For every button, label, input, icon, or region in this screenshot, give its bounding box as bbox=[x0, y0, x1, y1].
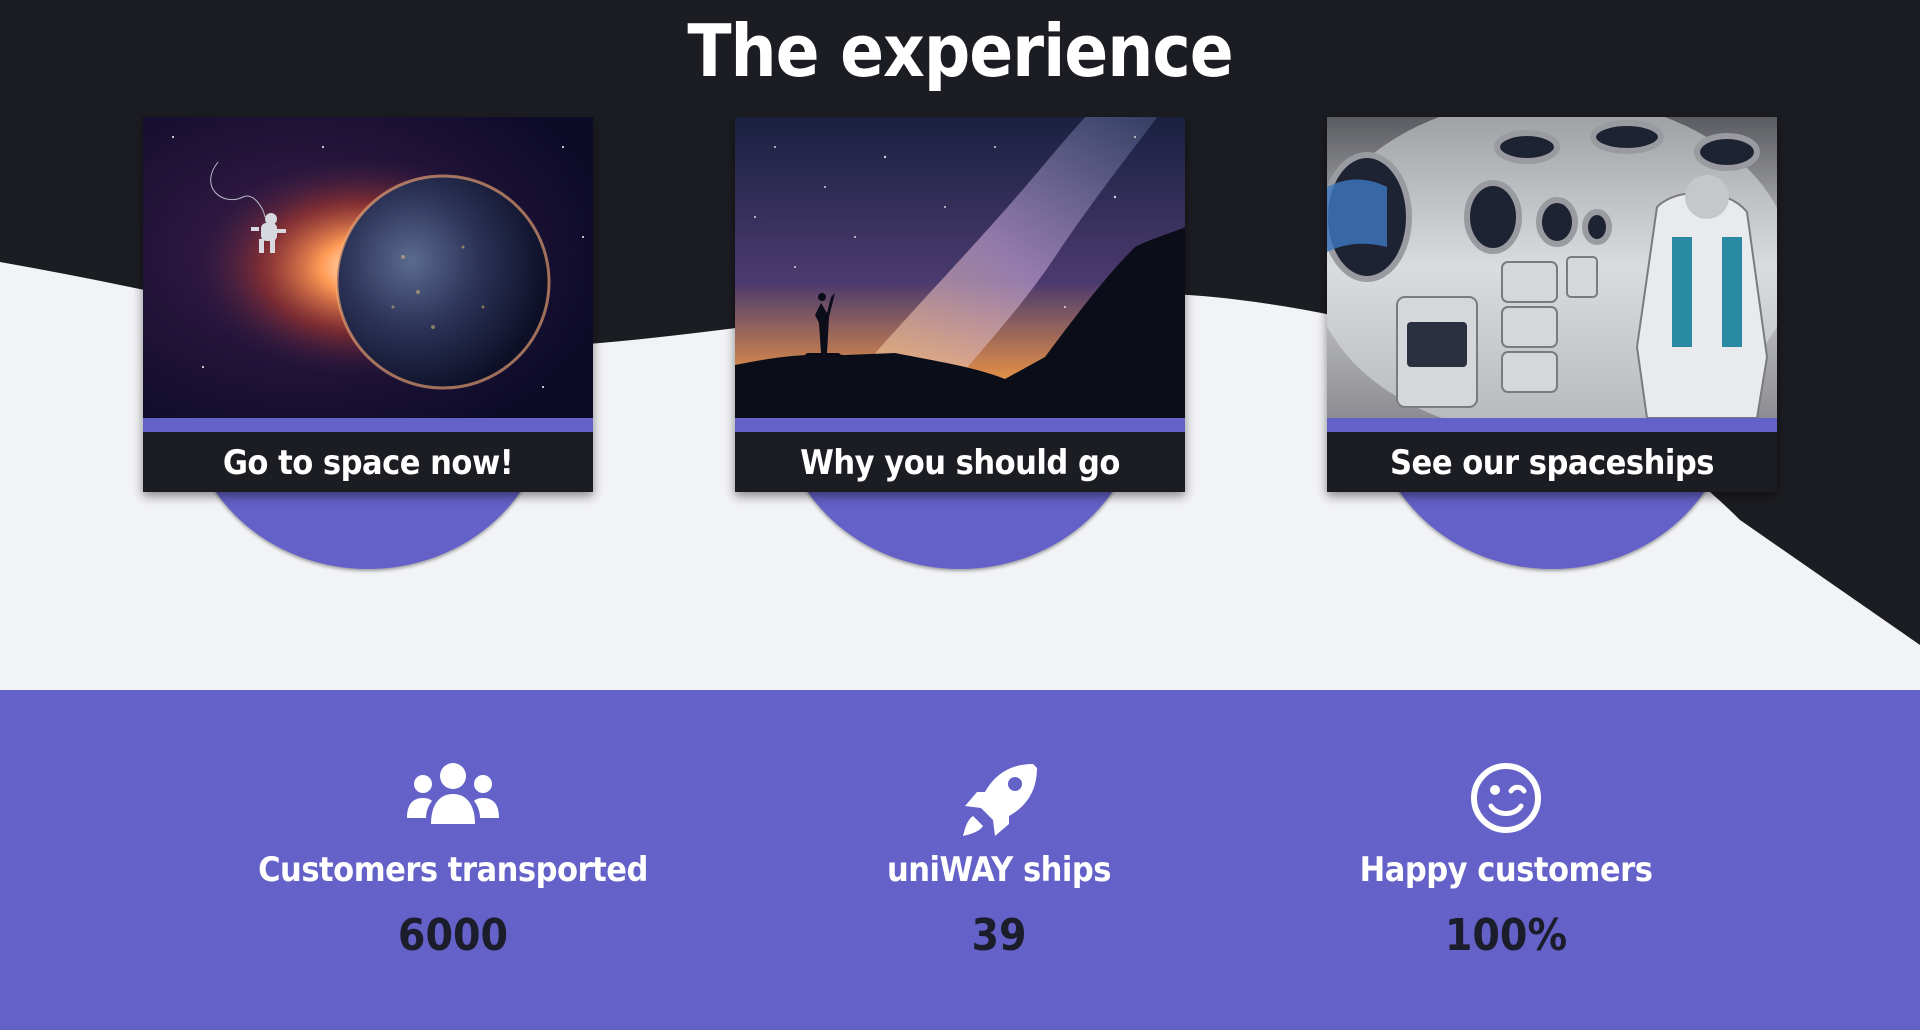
section-title: The experience bbox=[687, 9, 1233, 93]
card-label[interactable]: Go to space now! bbox=[143, 432, 593, 492]
stats-section: Customers transported 6000 uniWAY ships … bbox=[0, 690, 1920, 1030]
rocket-icon bbox=[949, 762, 1049, 842]
stat-value: 100% bbox=[1444, 910, 1568, 961]
stat-label: uniWAY ships bbox=[886, 850, 1112, 890]
stat-label: Customers transported bbox=[258, 850, 648, 890]
card-accent-stripe bbox=[735, 418, 1185, 432]
wink-smile-icon bbox=[1456, 762, 1556, 842]
card-spaceships[interactable]: See our spaceships bbox=[1327, 117, 1777, 569]
card-accent-stripe bbox=[143, 418, 593, 432]
card-image-earth-astronaut bbox=[143, 117, 593, 418]
card-why-go[interactable]: Why you should go bbox=[735, 117, 1185, 569]
card-accent-stripe bbox=[1327, 418, 1777, 432]
stat-label: Happy customers bbox=[1359, 850, 1653, 890]
card-label[interactable]: Why you should go bbox=[735, 432, 1185, 492]
stat-value: 39 bbox=[971, 910, 1027, 961]
card-label[interactable]: See our spaceships bbox=[1327, 432, 1777, 492]
users-icon bbox=[403, 762, 503, 842]
stat-value: 6000 bbox=[397, 910, 509, 961]
card-image-spaceship-cabin bbox=[1327, 117, 1777, 418]
card-go-to-space[interactable]: Go to space now! bbox=[143, 117, 593, 569]
card-image-milky-way bbox=[735, 117, 1185, 418]
